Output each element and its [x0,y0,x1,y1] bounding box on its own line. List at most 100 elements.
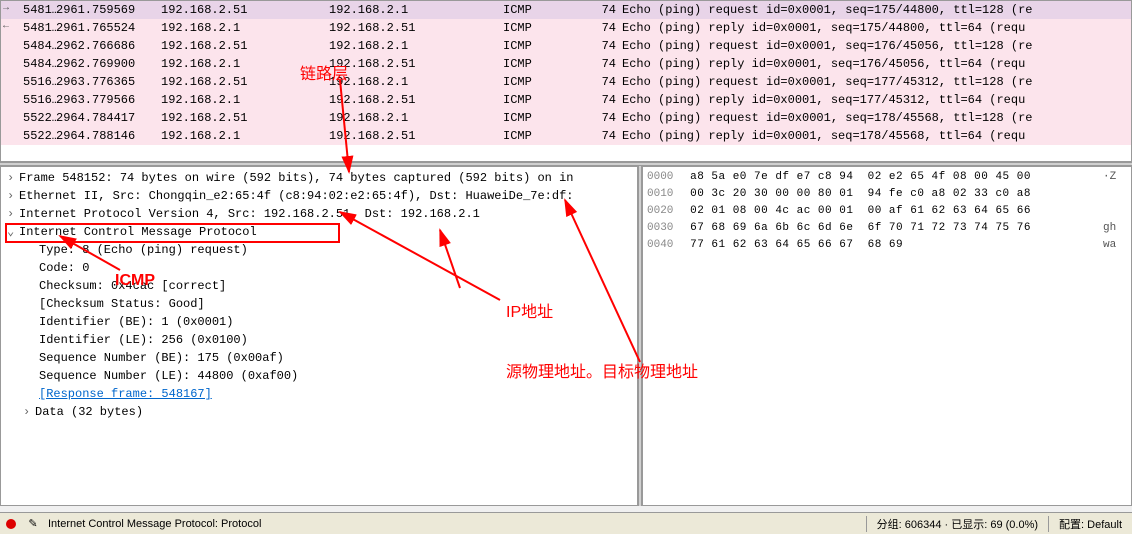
tree-icmp-code[interactable]: Code: 0 [1,259,637,277]
cell-dst: 192.168.2.1 [329,1,503,19]
cell-dst: 192.168.2.1 [329,109,503,127]
cell-proto: ICMP [503,37,588,55]
packet-row[interactable]: 5481…2961.765524192.168.2.1192.168.2.51I… [1,19,1131,37]
tree-data[interactable]: ›Data (32 bytes) [1,403,637,421]
hex-offset: 0010 [647,186,683,203]
hex-offset: 0040 [647,237,683,254]
tree-ip[interactable]: ›Internet Protocol Version 4, Src: 192.1… [1,205,637,223]
cell-info: Echo (ping) request id=0x0001, seq=177/4… [616,73,1131,91]
packet-row[interactable]: 5481…2961.759569192.168.2.51192.168.2.1I… [1,1,1131,19]
tree-label: Checksum: 0x4cac [correct] [39,279,226,293]
cell-dst: 192.168.2.51 [329,55,503,73]
status-packets: 分组: 606344 · 已显示: 69 (0.0%) [866,516,1048,532]
cell-len: 74 [588,91,616,109]
cell-dst: 192.168.2.1 [329,37,503,55]
hex-line[interactable]: 0000 a8 5a e0 7e df e7 c8 94 02 e2 65 4f… [647,169,1127,186]
tree-icmp-checksum[interactable]: Checksum: 0x4cac [correct] [1,277,637,295]
cell-no: 5484… [1,55,56,73]
hex-ascii: gh [1103,220,1127,237]
cell-len: 74 [588,37,616,55]
hex-line[interactable]: 0010 00 3c 20 30 00 00 80 01 94 fe c0 a8… [647,186,1127,203]
cell-proto: ICMP [503,91,588,109]
cell-info: Echo (ping) request id=0x0001, seq=176/4… [616,37,1131,55]
hex-ascii [1103,203,1127,220]
cell-time: 2961.765524 [56,19,161,37]
direction-arrow-icon: → [3,3,9,14]
hex-bytes: 67 68 69 6a 6b 6c 6d 6e 6f 70 71 72 73 7… [683,220,1103,237]
direction-arrow-icon: ← [3,21,9,32]
cell-info: Echo (ping) reply id=0x0001, seq=175/448… [616,19,1131,37]
cell-dst: 192.168.2.51 [329,127,503,145]
packet-row[interactable]: 5484…2962.769900192.168.2.1192.168.2.51I… [1,55,1131,73]
cell-dst: 192.168.2.1 [329,73,503,91]
chevron-right-icon[interactable]: › [23,403,35,421]
tree-icmp-chkstatus[interactable]: [Checksum Status: Good] [1,295,637,313]
cell-len: 74 [588,73,616,91]
cell-time: 2962.769900 [56,55,161,73]
hex-dump-pane[interactable]: 0000 a8 5a e0 7e df e7 c8 94 02 e2 65 4f… [642,166,1132,506]
tree-icmp-seq-be[interactable]: Sequence Number (BE): 175 (0x00af) [1,349,637,367]
cell-no: 5481… [1,1,56,19]
tree-icmp[interactable]: ⌄Internet Control Message Protocol [1,223,637,241]
hex-line[interactable]: 0040 77 61 62 63 64 65 66 67 68 69wa [647,237,1127,254]
cell-len: 74 [588,1,616,19]
tool-icon[interactable]: ✎ [26,517,40,531]
hex-offset: 0030 [647,220,683,237]
cell-info: Echo (ping) request id=0x0001, seq=175/4… [616,1,1131,19]
tree-label: Frame 548152: 74 bytes on wire (592 bits… [19,171,574,185]
status-profile: 配置: Default [1048,516,1132,532]
packet-list-pane[interactable]: →5481…2961.759569192.168.2.51192.168.2.1… [0,0,1132,162]
packet-row[interactable]: 5516…2963.779566192.168.2.1192.168.2.51I… [1,91,1131,109]
chevron-down-icon[interactable]: ⌄ [7,223,19,241]
hex-bytes: a8 5a e0 7e df e7 c8 94 02 e2 65 4f 08 0… [683,169,1103,186]
hex-line[interactable]: 0030 67 68 69 6a 6b 6c 6d 6e 6f 70 71 72… [647,220,1127,237]
response-link[interactable]: [Response frame: 548167] [39,387,212,401]
cell-len: 74 [588,127,616,145]
chevron-right-icon[interactable]: › [7,205,19,223]
protocol-tree-pane[interactable]: ›Frame 548152: 74 bytes on wire (592 bit… [0,166,638,506]
record-icon[interactable] [4,517,18,531]
cell-src: 192.168.2.51 [161,109,329,127]
cell-no: 5516… [1,73,56,91]
cell-proto: ICMP [503,109,588,127]
packet-row[interactable]: 5522…2964.788146192.168.2.1192.168.2.51I… [1,127,1131,145]
cell-time: 2964.788146 [56,127,161,145]
tree-label: Identifier (LE): 256 (0x0100) [39,333,248,347]
hex-bytes: 02 01 08 00 4c ac 00 01 00 af 61 62 63 6… [683,203,1103,220]
tree-icmp-response[interactable]: [Response frame: 548167] [1,385,637,403]
cell-proto: ICMP [503,55,588,73]
cell-time: 2964.784417 [56,109,161,127]
tree-label: Sequence Number (LE): 44800 (0xaf00) [39,369,298,383]
tree-icmp-seq-le[interactable]: Sequence Number (LE): 44800 (0xaf00) [1,367,637,385]
packet-row[interactable]: 5484…2962.766686192.168.2.51192.168.2.1I… [1,37,1131,55]
tree-icmp-type[interactable]: Type: 8 (Echo (ping) request) [1,241,637,259]
cell-no: 5522… [1,127,56,145]
hex-ascii: wa [1103,237,1127,254]
cell-len: 74 [588,109,616,127]
cell-proto: ICMP [503,127,588,145]
cell-len: 74 [588,55,616,73]
chevron-right-icon[interactable]: › [7,187,19,205]
packet-row[interactable]: 5522…2964.784417192.168.2.51192.168.2.1I… [1,109,1131,127]
cell-proto: ICMP [503,1,588,19]
tree-icmp-id-be[interactable]: Identifier (BE): 1 (0x0001) [1,313,637,331]
tree-icmp-id-le[interactable]: Identifier (LE): 256 (0x0100) [1,331,637,349]
tree-ethernet[interactable]: ›Ethernet II, Src: Chongqin_e2:65:4f (c8… [1,187,637,205]
tree-frame[interactable]: ›Frame 548152: 74 bytes on wire (592 bit… [1,169,637,187]
cell-time: 2962.766686 [56,37,161,55]
chevron-right-icon[interactable]: › [7,169,19,187]
tree-label: Sequence Number (BE): 175 (0x00af) [39,351,284,365]
cell-info: Echo (ping) reply id=0x0001, seq=176/450… [616,55,1131,73]
hex-offset: 0020 [647,203,683,220]
cell-no: 5484… [1,37,56,55]
packet-row[interactable]: 5516…2963.776365192.168.2.51192.168.2.1I… [1,73,1131,91]
tree-label: Data (32 bytes) [35,405,143,419]
cell-time: 2963.779566 [56,91,161,109]
hex-line[interactable]: 0020 02 01 08 00 4c ac 00 01 00 af 61 62… [647,203,1127,220]
hex-offset: 0000 [647,169,683,186]
hex-bytes: 00 3c 20 30 00 00 80 01 94 fe c0 a8 02 3… [683,186,1103,203]
cell-dst: 192.168.2.51 [329,91,503,109]
cell-src: 192.168.2.51 [161,37,329,55]
cell-src: 192.168.2.51 [161,1,329,19]
cell-no: 5516… [1,91,56,109]
